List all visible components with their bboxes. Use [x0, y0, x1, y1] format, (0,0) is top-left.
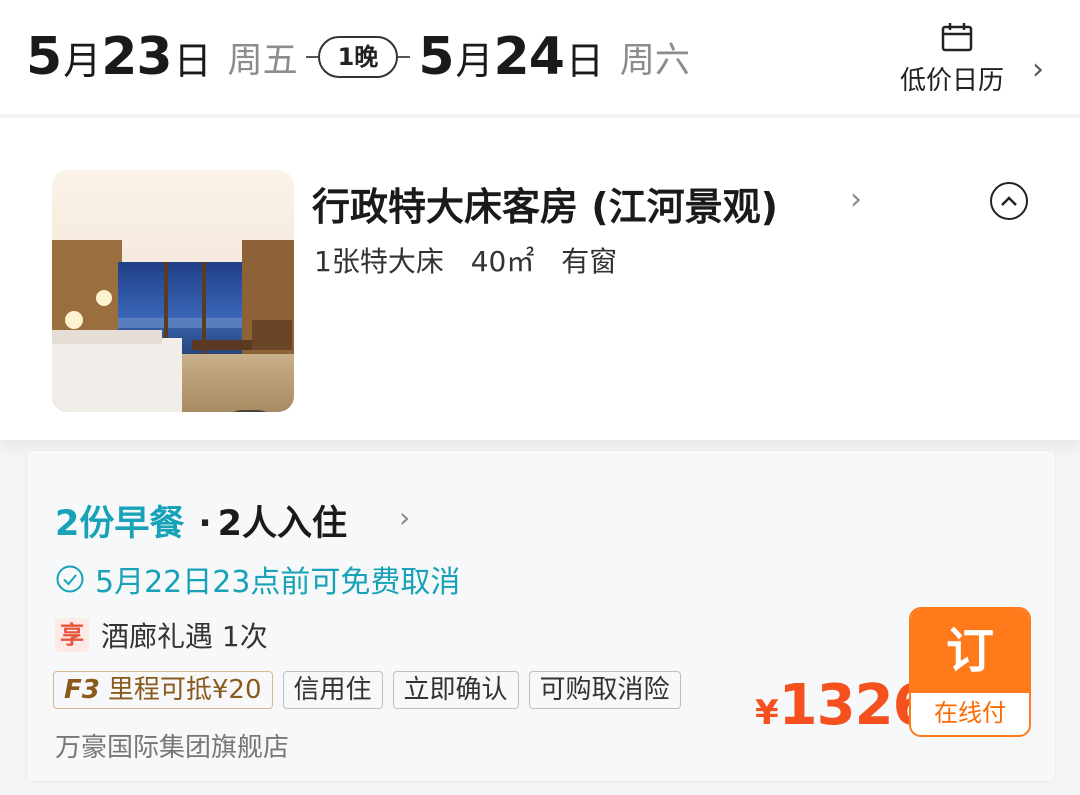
checkin-date: 23 — [101, 27, 172, 87]
checkout-day-char: 日 — [565, 38, 604, 83]
currency-symbol: ¥ — [755, 693, 779, 733]
guests-label: 2人入住 — [217, 504, 348, 544]
calendar-icon — [941, 22, 973, 56]
miles-text: 里程可抵¥20 — [107, 675, 262, 705]
price: ¥1326 — [755, 673, 932, 738]
miles-tag: F3 里程可抵¥20 — [53, 671, 273, 709]
rate-plan-card[interactable]: 2份早餐 · 2人入住 › 5月22日23点前可免费取消 享 酒廊礼遇 1次 F3 里… — [26, 450, 1056, 782]
room-title[interactable]: 行政特大床客房 (江河景观) — [312, 176, 778, 231]
perk-row: 享 酒廊礼遇 1次 — [55, 615, 268, 655]
perk-text: 酒廊礼遇 1次 — [101, 620, 268, 653]
low-price-calendar-button[interactable]: 低价日历 › — [900, 18, 1044, 98]
book-button[interactable]: 订 在线付 — [909, 607, 1031, 737]
chevron-right-icon: › — [1032, 52, 1044, 87]
miles-prefix: F3 — [64, 675, 100, 705]
breakfast-label: 2份早餐 — [55, 504, 185, 544]
checkout-month: 5 — [418, 27, 454, 87]
bed-type: 1张特大床 — [314, 245, 444, 278]
cancel-policy-text: 5月22日23点前可免费取消 — [95, 565, 461, 600]
checkout-month-char: 月 — [455, 38, 494, 83]
room-area: 40㎡ — [470, 245, 535, 278]
checkout-weekday: 周六 — [619, 40, 690, 81]
cancel-policy: 5月22日23点前可免费取消 — [55, 557, 460, 601]
checkin-month-char: 月 — [63, 38, 102, 83]
chevron-right-icon[interactable]: › — [399, 501, 410, 534]
room-photo-image — [52, 170, 294, 412]
chevron-right-icon[interactable]: › — [850, 182, 862, 217]
cancel-insurance-tag: 可购取消险 — [528, 671, 681, 709]
room-card: 8 行政特大床客房 (江河景观) › 1张特大床 40㎡ 有窗 — [0, 118, 1080, 440]
stay-dates[interactable]: 5 月 23 日 周五 1晚 5 月 24 日 周六 — [26, 22, 690, 92]
perk-badge: 享 — [55, 618, 89, 652]
collapse-button[interactable] — [990, 182, 1028, 220]
price-value: 1326 — [778, 673, 932, 738]
instant-confirm-tag: 立即确认 — [392, 671, 519, 709]
separator: · — [198, 504, 212, 544]
window-info: 有窗 — [561, 245, 618, 278]
room-specs: 1张特大床 40㎡ 有窗 — [314, 240, 635, 280]
credit-stay-tag: 信用住 — [282, 671, 383, 709]
store-name: 万豪国际集团旗舰店 — [55, 733, 290, 763]
check-circle-icon — [56, 565, 84, 593]
nights-indicator: 1晚 — [305, 36, 411, 78]
calendar-label: 低价日历 — [900, 66, 1005, 96]
checkout-date: 24 — [493, 27, 565, 87]
chevron-up-icon — [1001, 196, 1017, 206]
book-label: 订 — [911, 609, 1029, 693]
nights-label: 1晚 — [317, 36, 399, 78]
pay-online-label: 在线付 — [934, 699, 1006, 727]
checkin-month: 5 — [26, 27, 62, 87]
rate-title[interactable]: 2份早餐 · 2人入住 — [55, 495, 347, 546]
checkin-weekday: 周五 — [227, 40, 298, 81]
checkin-day-char: 日 — [173, 38, 212, 83]
room-photo[interactable]: 8 — [52, 170, 294, 412]
date-selector-bar[interactable]: 5 月 23 日 周五 1晚 5 月 24 日 周六 低价日历 › — [0, 0, 1080, 114]
tag-row: F3 里程可抵¥20 信用住 立即确认 可购取消险 — [53, 671, 691, 709]
